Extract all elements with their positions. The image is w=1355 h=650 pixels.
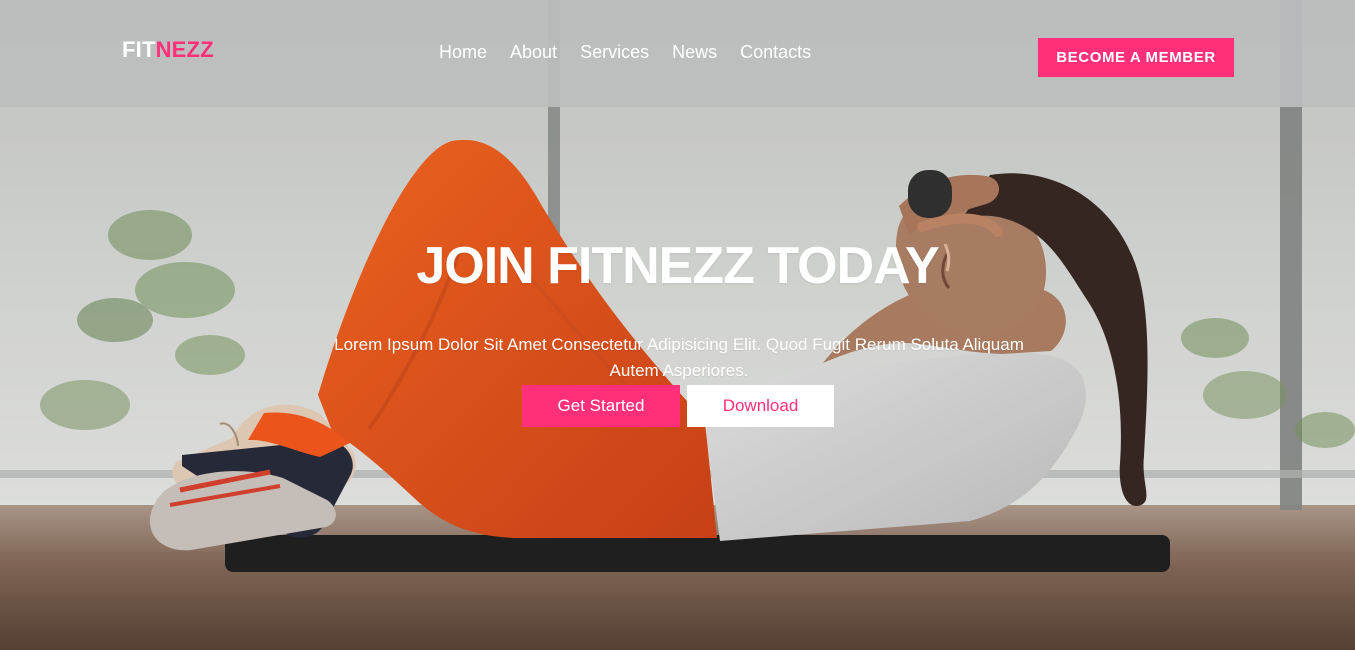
brand-logo-prefix: FIT xyxy=(122,37,156,62)
nav-link-about[interactable]: About xyxy=(510,43,557,61)
download-button[interactable]: Download xyxy=(687,385,834,427)
nav-link-news[interactable]: News xyxy=(672,43,717,61)
nav-link-contacts[interactable]: Contacts xyxy=(740,43,811,61)
main-navigation: Home About Services News Contacts xyxy=(439,43,811,61)
get-started-button[interactable]: Get Started xyxy=(522,385,680,427)
hero-title: JOIN FITNEZZ TODAY xyxy=(416,237,939,295)
become-member-button[interactable]: BECOME A MEMBER xyxy=(1038,38,1234,77)
site-header: FITNEZZ Home About Services News Contact… xyxy=(0,0,1355,107)
brand-logo-accent: NEZZ xyxy=(155,37,214,62)
hero-section: FITNEZZ Home About Services News Contact… xyxy=(0,0,1355,650)
nav-link-services[interactable]: Services xyxy=(580,43,649,61)
hero-subtitle: Lorem Ipsum Dolor Sit Amet Consectetur A… xyxy=(334,335,1024,380)
nav-link-home[interactable]: Home xyxy=(439,43,487,61)
brand-logo[interactable]: FITNEZZ xyxy=(122,39,214,61)
